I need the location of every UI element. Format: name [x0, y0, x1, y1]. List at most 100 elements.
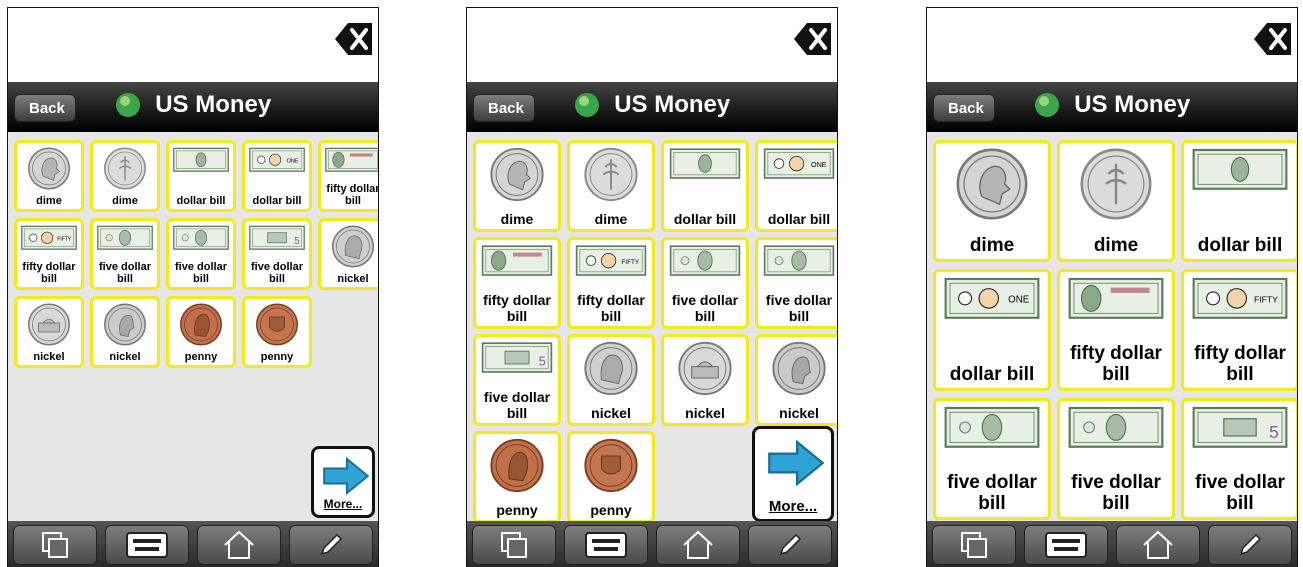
item-tile[interactable]: nickel [90, 296, 160, 368]
close-icon[interactable] [1253, 21, 1293, 57]
bill-image: FIFTY [21, 224, 78, 257]
item-tile[interactable]: dime [90, 140, 160, 212]
item-label: fifty dollar bill [483, 292, 551, 324]
coin-image [583, 146, 640, 208]
item-tile[interactable]: nickel [14, 296, 84, 368]
item-label: nickel [685, 404, 725, 421]
coin-image [103, 146, 148, 196]
app-globe-icon [574, 93, 599, 117]
item-tile[interactable]: dollar bill [661, 140, 749, 232]
phone-screen-3: Back US Money dime dime dollar bill ONE doll… [926, 7, 1298, 567]
item-tile[interactable]: dime [567, 140, 655, 232]
bottom-toolbar [927, 521, 1297, 567]
item-label: dollar bill [176, 194, 226, 207]
item-label: nickel [33, 350, 65, 363]
item-tile[interactable]: nickel [318, 218, 378, 290]
svg-text:5: 5 [294, 236, 300, 247]
keyboard-button[interactable] [564, 525, 648, 565]
pencil-button[interactable] [1208, 525, 1292, 565]
item-tile[interactable]: five dollar bill [933, 398, 1051, 520]
item-label: five dollar bill [99, 260, 151, 285]
bill-image [173, 146, 230, 179]
item-tile[interactable]: fifty dollar bill [318, 140, 378, 212]
more-button[interactable]: More... [311, 446, 375, 518]
bill-image [173, 224, 230, 257]
pages-button[interactable] [13, 525, 97, 565]
item-label: nickel [779, 404, 819, 421]
pages-icon [961, 532, 987, 558]
item-label: nickel [109, 350, 141, 363]
coin-image [27, 146, 72, 196]
phone-screen-2: Back US Money dime dime dollar bill ONE doll… [466, 7, 838, 567]
item-tile[interactable]: ONE dollar bill [242, 140, 312, 212]
coin-image [103, 302, 148, 352]
bill-image: ONE [249, 146, 306, 179]
item-tile[interactable]: ONE dollar bill [933, 269, 1051, 391]
coin-image [489, 437, 546, 499]
item-tile[interactable]: penny [473, 431, 561, 523]
item-tile[interactable]: fifty dollar bill [1057, 269, 1175, 391]
item-tile[interactable]: dime [1057, 140, 1175, 262]
bill-image [1068, 404, 1165, 456]
keyboard-button[interactable] [105, 525, 189, 565]
item-tile[interactable]: 5 five dollar bill [1181, 398, 1297, 520]
bill-image: FIFTY [575, 243, 647, 283]
item-tile[interactable]: FIFTY fifty dollar bill [14, 218, 84, 290]
item-tile[interactable]: FIFTY fifty dollar bill [567, 237, 655, 329]
item-tile[interactable]: penny [567, 431, 655, 523]
keyboard-button[interactable] [1024, 525, 1108, 565]
arrow-right-icon [323, 457, 370, 495]
bill-image [1068, 275, 1165, 327]
item-tile[interactable]: dollar bill [1181, 140, 1297, 262]
item-tile[interactable]: five dollar bill [90, 218, 160, 290]
home-button[interactable] [1116, 525, 1200, 565]
item-label: five dollar bill [1071, 472, 1161, 515]
item-tile[interactable]: penny [242, 296, 312, 368]
bill-image: 5 [1192, 404, 1289, 456]
home-button[interactable] [197, 525, 281, 565]
home-button[interactable] [656, 525, 740, 565]
item-label: dime [594, 210, 628, 227]
pages-button[interactable] [932, 525, 1016, 565]
item-label: five dollar bill [1195, 472, 1285, 515]
svg-text:ONE: ONE [1008, 295, 1030, 306]
svg-text:FIFTY: FIFTY [1254, 295, 1278, 305]
item-tile[interactable]: dollar bill [166, 140, 236, 212]
item-tile[interactable]: penny [166, 296, 236, 368]
pencil-button[interactable] [289, 525, 373, 565]
pages-icon [501, 532, 527, 558]
item-label: nickel [591, 404, 631, 421]
item-label: fifty dollar bill [1070, 343, 1162, 386]
more-button[interactable]: More... [752, 426, 834, 522]
close-icon[interactable] [793, 21, 833, 57]
coin-image [27, 302, 72, 352]
item-tile[interactable]: fifty dollar bill [473, 237, 561, 329]
item-tile[interactable]: nickel [567, 334, 655, 426]
close-icon[interactable] [334, 21, 374, 57]
home-icon [683, 530, 713, 559]
item-tile[interactable]: five dollar bill [1057, 398, 1175, 520]
nav-bar: Back US Money [8, 82, 378, 132]
item-tile[interactable]: dime [473, 140, 561, 232]
pencil-button[interactable] [748, 525, 832, 565]
item-label: dime [969, 235, 1015, 257]
item-tile[interactable]: five dollar bill [755, 237, 837, 329]
item-tile[interactable]: five dollar bill [661, 237, 749, 329]
coin-image [331, 224, 376, 274]
item-tile[interactable]: nickel [661, 334, 749, 426]
item-tile[interactable]: ONE dollar bill [755, 140, 837, 232]
item-label: five dollar bill [175, 260, 227, 285]
item-label: nickel [337, 272, 369, 285]
item-tile[interactable]: nickel [755, 334, 837, 426]
bill-image [763, 243, 835, 283]
item-tile[interactable]: 5 five dollar bill [473, 334, 561, 426]
item-tile[interactable]: five dollar bill [166, 218, 236, 290]
item-tile[interactable]: FIFTY fifty dollar bill [1181, 269, 1297, 391]
app-globe-icon [1034, 93, 1059, 117]
coin-image [677, 340, 734, 402]
pages-button[interactable] [472, 525, 556, 565]
top-bar [927, 8, 1297, 82]
item-tile[interactable]: dime [933, 140, 1051, 262]
item-tile[interactable]: dime [14, 140, 84, 212]
item-tile[interactable]: 5 five dollar bill [242, 218, 312, 290]
